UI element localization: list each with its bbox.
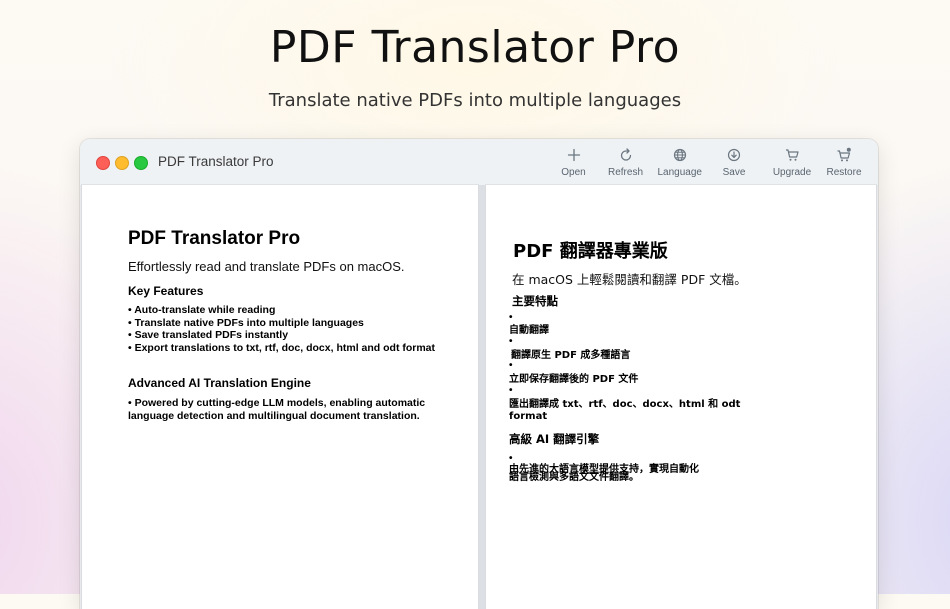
bullet: •	[509, 385, 513, 396]
bullet: •	[509, 312, 513, 323]
bullet: •	[509, 360, 513, 371]
language-button[interactable]: Language	[652, 147, 709, 183]
bullet: •	[509, 453, 513, 464]
list-item: 翻譯原生 PDF 成多種語言	[511, 350, 631, 361]
split-divider[interactable]	[479, 185, 485, 609]
open-button[interactable]: Open	[548, 147, 600, 183]
app-window: PDF Translator Pro Open Refresh Language…	[80, 139, 878, 609]
save-button[interactable]: Save	[708, 147, 760, 183]
refresh-icon	[620, 148, 631, 161]
open-label: Open	[561, 167, 586, 178]
minimize-window-button[interactable]	[115, 156, 129, 170]
list-item: • Auto-translate while reading	[128, 304, 276, 316]
window-title: PDF Translator Pro	[158, 154, 274, 169]
download-circle-icon	[727, 148, 741, 162]
original-intro: Effortlessly read and translate PDFs on …	[128, 259, 405, 274]
hero-title: PDF Translator Pro	[269, 22, 681, 73]
close-window-button[interactable]	[96, 156, 110, 170]
original-features-heading: Key Features	[128, 284, 204, 298]
refresh-button[interactable]: Refresh	[600, 147, 652, 183]
language-label: Language	[657, 167, 703, 178]
original-engine-heading: Advanced AI Translation Engine	[128, 376, 311, 390]
restore-label: Restore	[826, 167, 862, 178]
cart-icon	[786, 149, 799, 161]
original-title: PDF Translator Pro	[128, 228, 301, 249]
list-item: 自動翻譯	[509, 325, 549, 336]
list-item: 匯出翻譯成 txt、rtf、doc、docx、html 和 odt	[509, 399, 741, 410]
upgrade-label: Upgrade	[772, 167, 812, 178]
translated-engine-line: 語言檢測與多語文文件翻譯。	[509, 472, 639, 483]
hero-subtitle: Translate native PDFs into multiple lang…	[268, 90, 682, 111]
original-features-list: • Auto-translate while reading • Transla…	[128, 304, 448, 354]
translated-intro: 在 macOS 上輕鬆閱讀和翻譯 PDF 文檔。	[512, 272, 747, 287]
document-area: PDF Translator Pro Effortlessly read and…	[80, 185, 878, 609]
translated-title: PDF 翻譯器專業版	[513, 241, 668, 262]
toolbar: Open Refresh Language Save Upgrade Resto…	[548, 147, 871, 183]
original-pdf-page[interactable]: PDF Translator Pro Effortlessly read and…	[82, 185, 478, 609]
bullet: •	[509, 336, 513, 347]
title-bar: PDF Translator Pro Open Refresh Language…	[80, 139, 878, 186]
translated-pdf-page[interactable]: PDF 翻譯器專業版 在 macOS 上輕鬆閱讀和翻譯 PDF 文檔。 主要特點…	[486, 185, 876, 609]
list-item-continuation: format	[509, 411, 548, 422]
translated-engine-heading: 高級 AI 翻譯引擎	[509, 432, 600, 446]
list-item: • Save translated PDFs instantly	[128, 329, 289, 341]
refresh-label: Refresh	[607, 167, 643, 178]
translated-features-heading: 主要特點	[512, 294, 558, 308]
zoom-window-button[interactable]	[134, 156, 148, 170]
globe-icon	[673, 148, 686, 162]
plus-icon	[567, 148, 580, 162]
cart-restore-icon	[837, 147, 851, 162]
list-item: • Translate native PDFs into multiple la…	[128, 316, 364, 329]
restore-button[interactable]: Restore	[818, 147, 870, 183]
save-label: Save	[722, 167, 746, 178]
list-item: • Export translations to txt, rtf, doc, …	[128, 341, 436, 354]
list-item: 立即保存翻譯後的 PDF 文件	[509, 374, 639, 385]
original-engine-text: • Powered by cutting-edge LLM models, en…	[128, 397, 426, 422]
upgrade-button[interactable]: Upgrade	[766, 147, 818, 183]
